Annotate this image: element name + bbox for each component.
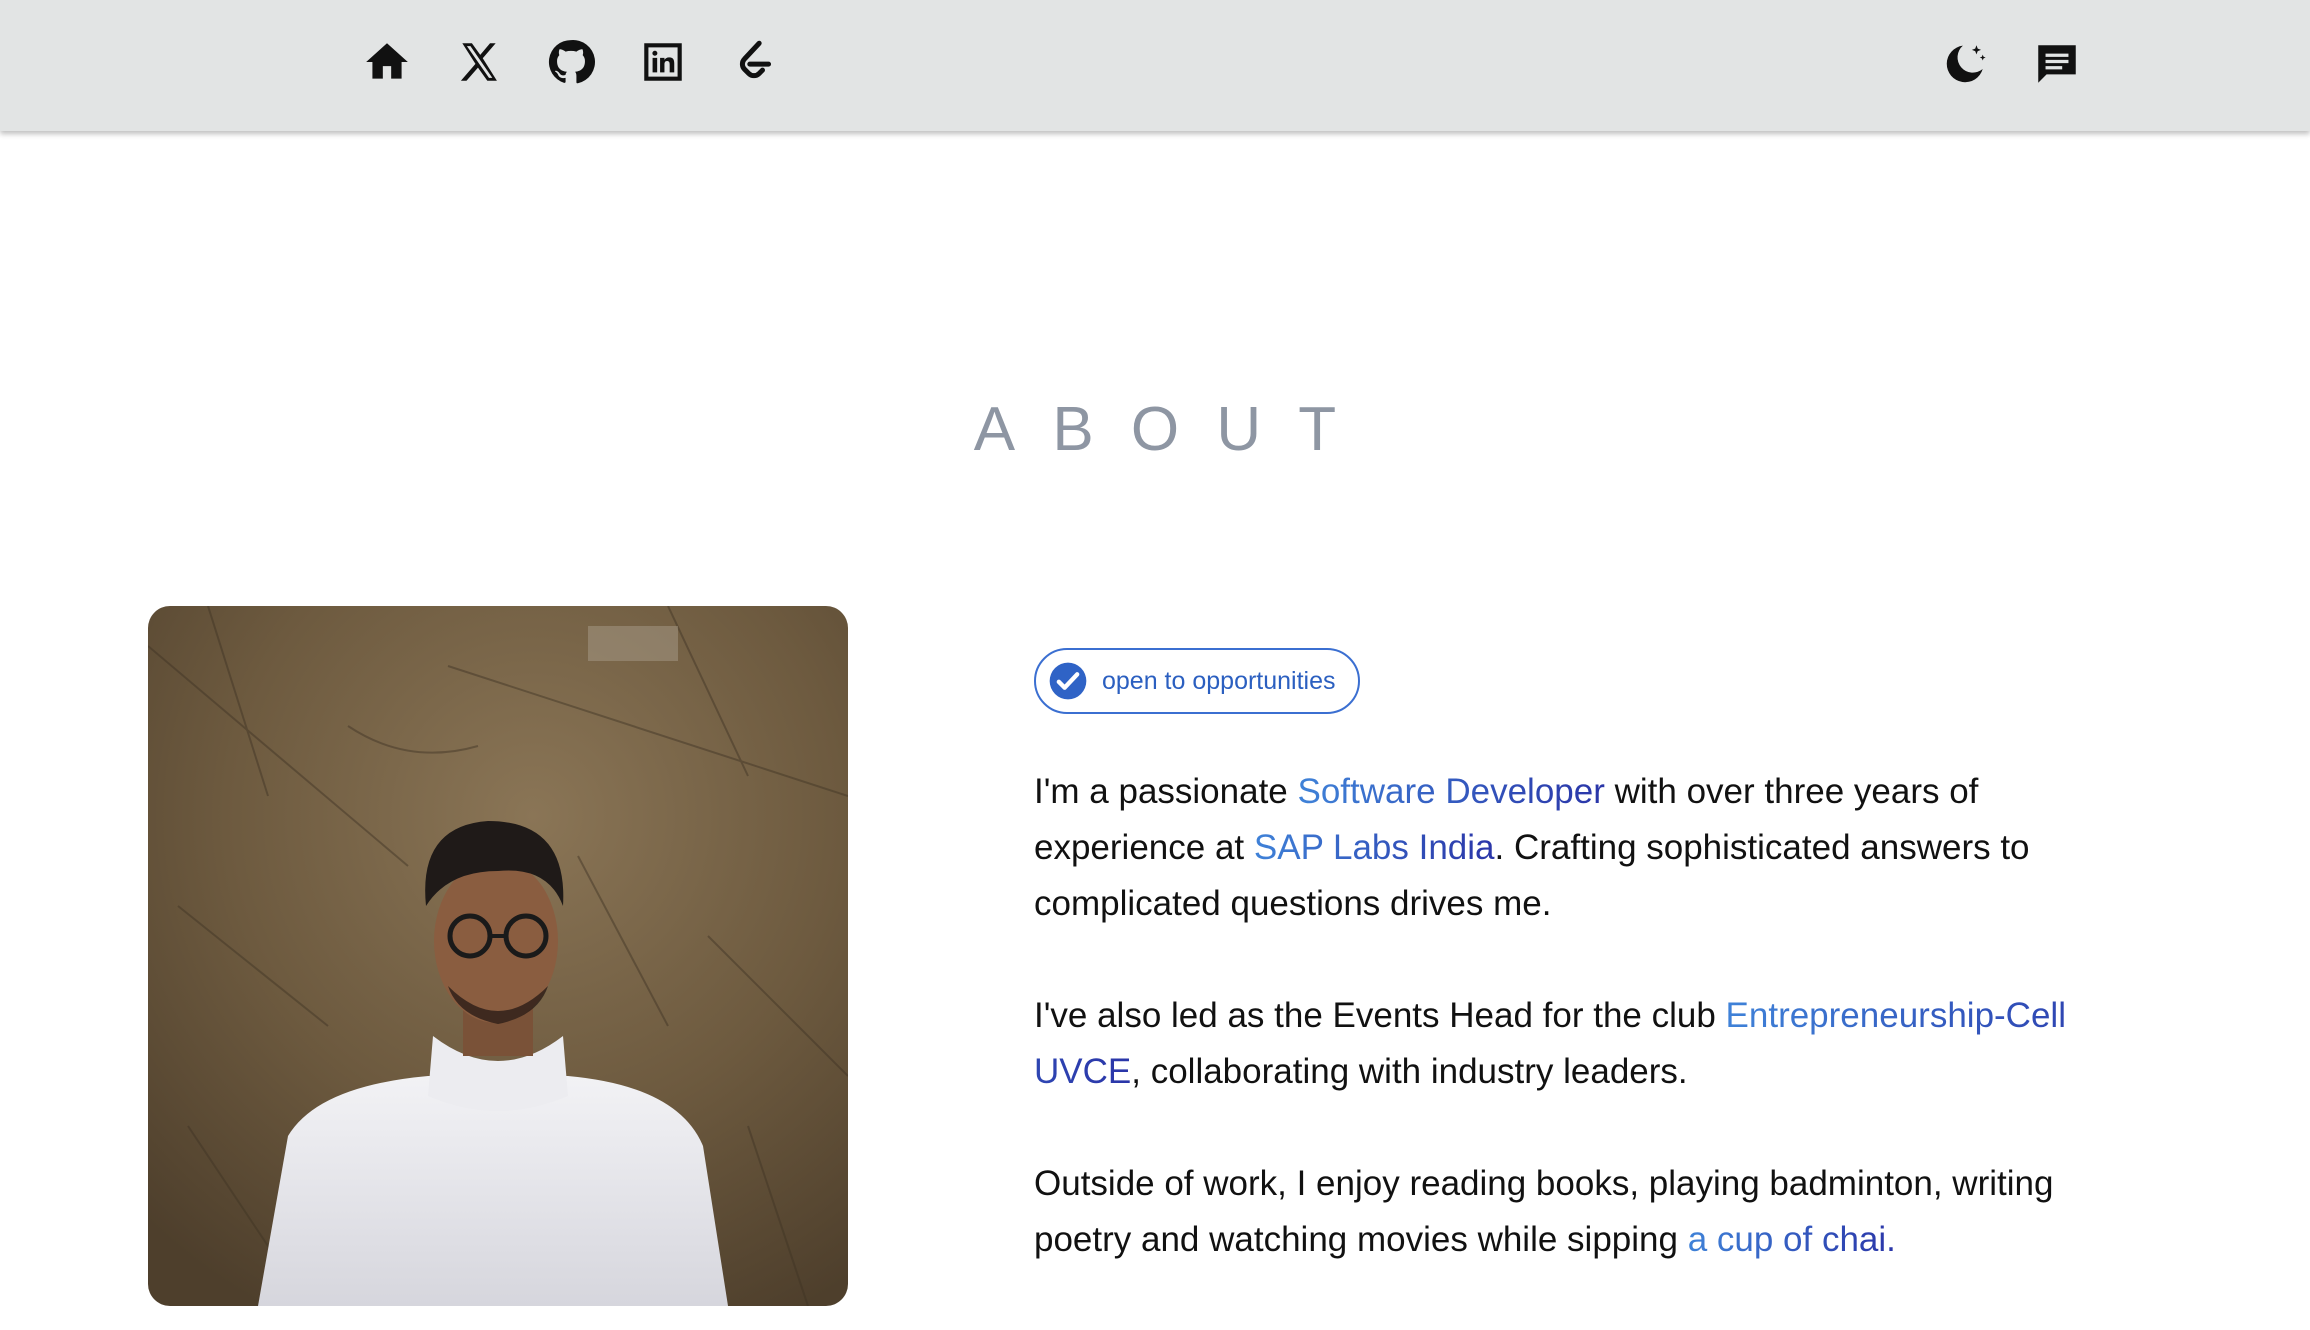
github-icon[interactable] <box>546 36 596 88</box>
open-to-opportunities-badge[interactable]: open to opportunities <box>1034 648 1360 714</box>
leetcode-icon[interactable] <box>730 36 780 88</box>
intro-text-1: I'm a passionate <box>1034 772 1298 811</box>
social-links <box>362 36 780 88</box>
linkedin-icon[interactable] <box>638 36 688 88</box>
events-text-2: , collaborating with industry leaders. <box>1131 1052 1688 1091</box>
x-twitter-icon[interactable] <box>454 36 504 88</box>
intro-paragraph: I'm a passionate Software Developer with… <box>1034 764 2154 932</box>
check-circle-icon <box>1049 662 1087 700</box>
message-icon[interactable] <box>2032 38 2082 90</box>
profile-photo <box>148 606 848 1306</box>
top-navbar <box>0 0 2310 131</box>
dark-mode-moon-icon[interactable] <box>1940 38 1990 90</box>
home-icon[interactable] <box>362 36 412 88</box>
hobbies-paragraph: Outside of work, I enjoy reading books, … <box>1034 1156 2154 1268</box>
events-paragraph: I've also led as the Events Head for the… <box>1034 988 2154 1100</box>
about-content: open to opportunities I'm a passionate S… <box>1034 648 2154 1268</box>
hobbies-text-1: Outside of work, I enjoy reading books, … <box>1034 1164 2054 1259</box>
about-heading: ABOUT <box>973 394 1374 464</box>
sap-labs-india-link[interactable]: SAP Labs India <box>1254 828 1495 867</box>
events-text-1: I've also led as the Events Head for the… <box>1034 996 1726 1035</box>
cup-of-chai-link[interactable]: a cup of chai. <box>1688 1220 1896 1259</box>
badge-label: open to opportunities <box>1102 666 1336 695</box>
software-developer-link[interactable]: Software Developer <box>1298 772 1605 811</box>
utility-actions <box>1940 38 2082 90</box>
